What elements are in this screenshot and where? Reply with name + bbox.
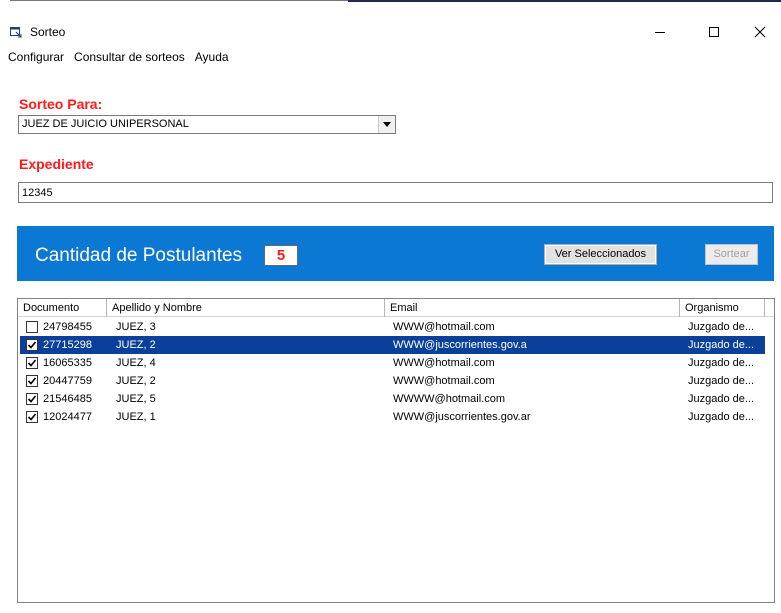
row-checkbox[interactable] <box>26 321 38 333</box>
postulantes-panel: Cantidad de Postulantes 5 Ver Selecciona… <box>17 226 774 281</box>
minimize-button[interactable] <box>650 22 670 42</box>
column-header-documento[interactable]: Documento <box>18 299 107 317</box>
cell-documento: 27715298 <box>43 339 92 351</box>
column-header-organismo[interactable]: Organismo <box>680 299 765 317</box>
cell-documento: 12024477 <box>43 411 92 423</box>
maximize-button[interactable] <box>704 22 724 42</box>
close-button[interactable] <box>750 22 770 42</box>
cell-apellido-nombre: JUEZ, 5 <box>116 393 156 405</box>
panel-title: Cantidad de Postulantes <box>35 245 243 266</box>
cell-organismo: Juzgado de... <box>688 375 755 387</box>
table-row[interactable]: 12024477 JUEZ, 1 WWW@juscorrientes.gov.ar J… <box>20 408 765 426</box>
checkmark-icon <box>27 377 37 385</box>
checkmark-icon <box>27 359 37 367</box>
table-row[interactable]: 20447759 JUEZ, 2 WWW@hotmail.com Juzgado de… <box>20 372 765 390</box>
table-row[interactable]: 21546485 JUEZ, 5 WWWW@hotmail.com Juzgado d… <box>20 390 765 408</box>
menu-ayuda[interactable]: Ayuda <box>193 48 237 66</box>
expediente-input[interactable] <box>19 183 772 202</box>
minimize-icon <box>655 32 665 33</box>
row-checkbox[interactable] <box>26 375 38 387</box>
cell-apellido-nombre: JUEZ, 2 <box>116 375 156 387</box>
table-row[interactable]: 27715298 JUEZ, 2 WWW@juscorrientes.gov.a Ju… <box>20 336 765 354</box>
cell-organismo: Juzgado de... <box>688 393 755 405</box>
cell-documento: 24798455 <box>43 321 92 333</box>
cell-email: WWW@hotmail.com <box>393 357 495 369</box>
checkmark-icon <box>27 413 37 421</box>
cell-email: WWWW@hotmail.com <box>393 393 505 405</box>
menu-consultar-sorteos[interactable]: Consultar de sorteos <box>72 48 193 66</box>
cell-apellido-nombre: JUEZ, 1 <box>116 411 156 423</box>
cell-apellido-nombre: JUEZ, 2 <box>116 339 156 351</box>
cell-email: WWW@juscorrientes.gov.a <box>393 339 527 351</box>
row-checkbox[interactable] <box>26 411 38 423</box>
column-header-email[interactable]: Email <box>385 299 680 317</box>
cell-organismo: Juzgado de... <box>688 339 755 351</box>
sortear-button[interactable]: Sortear <box>705 244 758 265</box>
expediente-field-box <box>18 182 773 203</box>
cell-organismo: Juzgado de... <box>688 411 755 423</box>
row-checkbox[interactable] <box>26 357 38 369</box>
menu-bar: Configurar Consultar de sorteos Ayuda <box>6 48 237 66</box>
row-checkbox[interactable] <box>26 339 38 351</box>
dropdown-button[interactable] <box>378 116 395 133</box>
sorteo-para-label: Sorteo Para: <box>19 96 103 112</box>
cell-email: WWW@juscorrientes.gov.ar <box>393 411 531 423</box>
chevron-down-icon <box>383 122 391 127</box>
title-bar: Sorteo <box>0 0 781 44</box>
sorteo-para-select[interactable]: JUEZ DE JUICIO UNIPERSONAL <box>18 115 396 134</box>
table-row[interactable]: 16065335 JUEZ, 4 WWW@hotmail.com Juzgado de… <box>20 354 765 372</box>
postulantes-count: 5 <box>264 245 298 266</box>
list-header: Documento Apellido y Nombre Email Organi… <box>18 299 774 317</box>
cell-email: WWW@hotmail.com <box>393 321 495 333</box>
cell-organismo: Juzgado de... <box>688 321 755 333</box>
menu-configurar[interactable]: Configurar <box>6 48 72 66</box>
cell-documento: 21546485 <box>43 393 92 405</box>
app-icon <box>10 26 22 38</box>
checkmark-icon <box>27 395 37 403</box>
cell-email: WWW@hotmail.com <box>393 375 495 387</box>
cell-apellido-nombre: JUEZ, 3 <box>116 321 156 333</box>
sorteo-para-value: JUEZ DE JUICIO UNIPERSONAL <box>22 118 189 130</box>
expediente-label: Expediente <box>19 156 94 172</box>
close-icon <box>754 26 766 38</box>
row-checkbox[interactable] <box>26 393 38 405</box>
cell-documento: 16065335 <box>43 357 92 369</box>
cell-organismo: Juzgado de... <box>688 357 755 369</box>
window-title: Sorteo <box>30 25 66 39</box>
table-row[interactable]: 24798455 JUEZ, 3 WWW@hotmail.com Juzgado de… <box>20 318 765 336</box>
postulantes-list[interactable]: Documento Apellido y Nombre Email Organi… <box>17 298 775 603</box>
cell-apellido-nombre: JUEZ, 4 <box>116 357 156 369</box>
cell-documento: 20447759 <box>43 375 92 387</box>
maximize-icon <box>709 27 719 37</box>
column-header-apellido-nombre[interactable]: Apellido y Nombre <box>107 299 385 317</box>
checkmark-icon <box>27 341 37 349</box>
ver-seleccionados-button[interactable]: Ver Seleccionados <box>544 244 657 265</box>
